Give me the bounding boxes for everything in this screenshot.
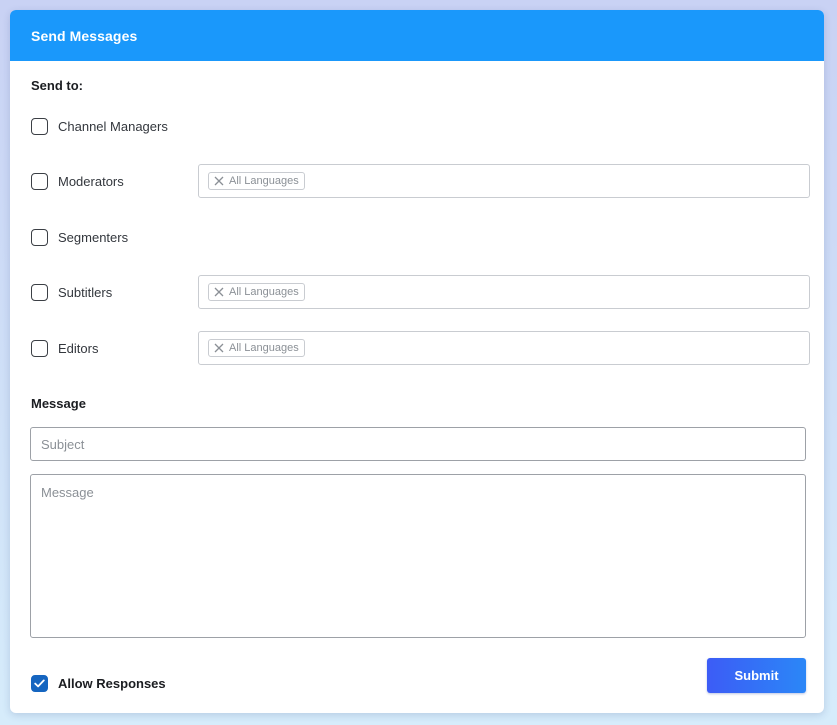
language-tag-label: All Languages (229, 342, 299, 354)
channel-managers-checkbox[interactable] (31, 117, 48, 135)
moderators-language-select[interactable]: All Languages (198, 164, 810, 198)
moderators-checkbox[interactable] (31, 172, 48, 190)
language-tag: All Languages (208, 283, 305, 301)
close-icon[interactable] (213, 342, 225, 354)
recipient-label: Moderators (58, 173, 124, 189)
recipient-label: Channel Managers (58, 118, 168, 134)
subtitlers-language-select[interactable]: All Languages (198, 275, 810, 309)
recipient-row-segmenters: Segmenters (31, 220, 810, 254)
message-textarea[interactable] (30, 474, 806, 638)
recipient-row-subtitlers: Subtitlers All Languages (31, 275, 810, 309)
close-icon[interactable] (213, 175, 225, 187)
editors-checkbox[interactable] (31, 339, 48, 357)
allow-responses-checkbox[interactable] (31, 674, 48, 692)
language-tag: All Languages (208, 339, 305, 357)
recipient-label: Editors (58, 340, 99, 356)
close-icon[interactable] (213, 286, 225, 298)
subtitlers-checkbox[interactable] (31, 283, 48, 301)
segmenters-checkbox[interactable] (31, 228, 48, 246)
subject-input[interactable] (30, 427, 806, 461)
dialog-header: Send Messages (10, 10, 824, 61)
recipient-label: Subtitlers (58, 284, 113, 300)
send-messages-dialog: Send Messages Send to: Channel Managers … (10, 10, 824, 713)
recipient-label: Segmenters (58, 229, 129, 245)
language-tag-label: All Languages (229, 175, 299, 187)
allow-responses-row: Allow Responses (31, 673, 166, 693)
message-section-label: Message (31, 396, 86, 411)
submit-button[interactable]: Submit (707, 658, 806, 693)
send-to-label: Send to: (31, 78, 83, 93)
allow-responses-label: Allow Responses (58, 675, 166, 691)
dialog-title: Send Messages (31, 27, 138, 44)
language-tag-label: All Languages (229, 286, 299, 298)
editors-language-select[interactable]: All Languages (198, 331, 810, 365)
checkmark-icon (34, 679, 45, 687)
recipient-row-channel-managers: Channel Managers (31, 109, 810, 143)
recipient-row-editors: Editors All Languages (31, 331, 810, 365)
language-tag: All Languages (208, 172, 305, 190)
recipient-row-moderators: Moderators All Languages (31, 164, 810, 198)
